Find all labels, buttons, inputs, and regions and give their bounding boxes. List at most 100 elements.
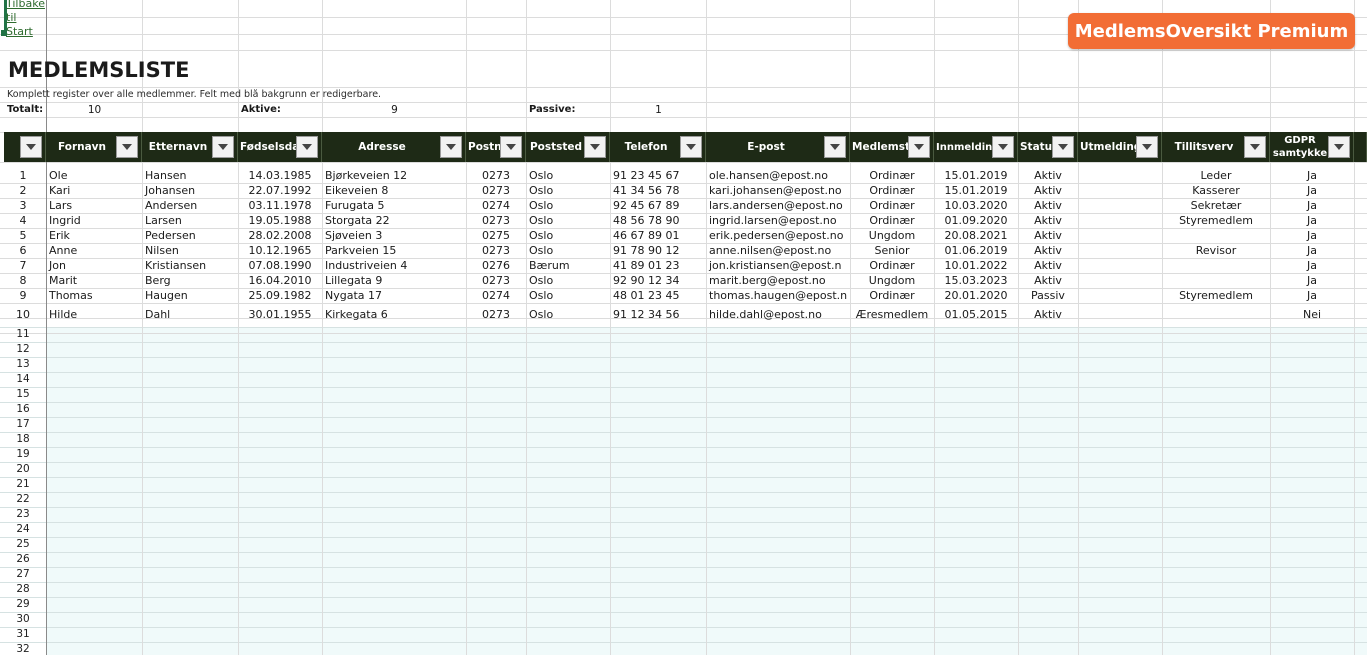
cell-fornavn[interactable]: Ole [48, 168, 141, 183]
cell-fornavn[interactable]: Ingrid [48, 213, 141, 228]
cell-tillitsverv[interactable]: Leder [1164, 168, 1268, 183]
cell-status[interactable]: Aktiv [1020, 213, 1076, 228]
cell-gdpr[interactable]: Ja [1272, 243, 1352, 258]
cell-fodselsdato[interactable]: 10.12.1965 [240, 243, 320, 258]
cell-gdpr[interactable]: Ja [1272, 183, 1352, 198]
filter-dropdown-icon[interactable] [824, 136, 846, 158]
cell-fornavn[interactable]: Hilde [48, 307, 141, 322]
filter-dropdown-icon[interactable] [212, 136, 234, 158]
cell-status[interactable]: Aktiv [1020, 258, 1076, 273]
filter-dropdown-icon[interactable] [992, 136, 1014, 158]
cell-telefon[interactable]: 41 89 01 23 [612, 258, 705, 273]
premium-badge[interactable]: MedlemsOversikt Premium [1068, 13, 1355, 49]
filter-dropdown-icon[interactable] [1244, 136, 1266, 158]
cell-medlemstype[interactable]: Ordinær [852, 198, 932, 213]
cell-medlemstype[interactable]: Ungdom [852, 273, 932, 288]
cell-telefon[interactable]: 48 01 23 45 [612, 288, 705, 303]
column-header-utmelding[interactable]: Utmelding [1078, 132, 1162, 162]
cell-innmelding[interactable]: 20.01.2020 [936, 288, 1016, 303]
cell-postnr[interactable]: 0273 [468, 213, 524, 228]
cell-fodselsdato[interactable]: 16.04.2010 [240, 273, 320, 288]
cell-adresse[interactable]: Eikeveien 8 [324, 183, 465, 198]
column-header-tillitsverv[interactable]: Tillitsverv [1162, 132, 1270, 162]
cell-epost[interactable]: thomas.haugen@epost.n [708, 288, 849, 303]
column-header-epost[interactable]: E-post [706, 132, 850, 162]
cell-medlemstype[interactable]: Æresmedlem [852, 307, 932, 322]
cell-tillitsverv[interactable]: Styremedlem [1164, 213, 1268, 228]
cell-telefon[interactable]: 92 45 67 89 [612, 198, 705, 213]
cell-postnr[interactable]: 0274 [468, 288, 524, 303]
cell-etternavn[interactable]: Dahl [144, 307, 237, 322]
cell-fodselsdato[interactable]: 14.03.1985 [240, 168, 320, 183]
cell-epost[interactable]: jon.kristiansen@epost.n [708, 258, 849, 273]
cell-postnr[interactable]: 0273 [468, 168, 524, 183]
cell-status[interactable]: Aktiv [1020, 307, 1076, 322]
cell-etternavn[interactable]: Hansen [144, 168, 237, 183]
cell-fodselsdato[interactable]: 19.05.1988 [240, 213, 320, 228]
cell-status[interactable]: Aktiv [1020, 183, 1076, 198]
cell-fornavn[interactable]: Jon [48, 258, 141, 273]
cell-innmelding[interactable]: 01.05.2015 [936, 307, 1016, 322]
cell-status[interactable]: Passiv [1020, 288, 1076, 303]
cell-epost[interactable]: hilde.dahl@epost.no [708, 307, 849, 322]
cell-adresse[interactable]: Sjøveien 3 [324, 228, 465, 243]
filter-dropdown-icon[interactable] [1136, 136, 1158, 158]
cell-adresse[interactable]: Industriveien 4 [324, 258, 465, 273]
cell-adresse[interactable]: Furugata 5 [324, 198, 465, 213]
cell-adresse[interactable]: Bjørkeveien 12 [324, 168, 465, 183]
cell-fornavn[interactable]: Anne [48, 243, 141, 258]
cell-poststed[interactable]: Oslo [528, 273, 609, 288]
cell-gdpr[interactable]: Ja [1272, 258, 1352, 273]
cell-medlemstype[interactable]: Ordinær [852, 183, 932, 198]
cell-postnr[interactable]: 0274 [468, 198, 524, 213]
cell-innmelding[interactable]: 01.09.2020 [936, 213, 1016, 228]
cell-epost[interactable]: lars.andersen@epost.no [708, 198, 849, 213]
back-to-start-link[interactable]: Tilbake til Start [6, 0, 46, 39]
cell-medlemstype[interactable]: Ordinær [852, 258, 932, 273]
column-header-innmelding[interactable]: Innmeldingsdato [934, 132, 1018, 162]
cell-poststed[interactable]: Oslo [528, 183, 609, 198]
cell-status[interactable]: Aktiv [1020, 243, 1076, 258]
cell-gdpr[interactable]: Ja [1272, 168, 1352, 183]
filter-dropdown-icon[interactable] [1052, 136, 1074, 158]
filter-dropdown-icon[interactable] [908, 136, 930, 158]
cell-postnr[interactable]: 0273 [468, 183, 524, 198]
cell-epost[interactable]: ole.hansen@epost.no [708, 168, 849, 183]
cell-innmelding[interactable]: 01.06.2019 [936, 243, 1016, 258]
cell-adresse[interactable]: Storgata 22 [324, 213, 465, 228]
cell-telefon[interactable]: 46 67 89 01 [612, 228, 705, 243]
cell-fornavn[interactable]: Marit [48, 273, 141, 288]
filter-dropdown-icon[interactable] [1328, 136, 1350, 158]
cell-poststed[interactable]: Oslo [528, 288, 609, 303]
filter-dropdown-icon[interactable] [680, 136, 702, 158]
cell-postnr[interactable]: 0273 [468, 273, 524, 288]
column-header-poststed[interactable]: Poststed [526, 132, 610, 162]
cell-fodselsdato[interactable]: 07.08.1990 [240, 258, 320, 273]
cell-telefon[interactable]: 91 78 90 12 [612, 243, 705, 258]
cell-poststed[interactable]: Oslo [528, 168, 609, 183]
column-header-etternavn[interactable]: Etternavn [142, 132, 238, 162]
cell-fornavn[interactable]: Thomas [48, 288, 141, 303]
cell-fornavn[interactable]: Lars [48, 198, 141, 213]
cell-medlemstype[interactable]: Ordinær [852, 213, 932, 228]
column-header-postnr[interactable]: Postnr [466, 132, 526, 162]
cell-postnr[interactable]: 0276 [468, 258, 524, 273]
cell-adresse[interactable]: Lillegata 9 [324, 273, 465, 288]
cell-postnr[interactable]: 0273 [468, 243, 524, 258]
cell-telefon[interactable]: 48 56 78 90 [612, 213, 705, 228]
filter-dropdown-icon[interactable] [296, 136, 318, 158]
cell-postnr[interactable]: 0275 [468, 228, 524, 243]
filter-dropdown-icon[interactable] [20, 136, 42, 158]
cell-innmelding[interactable]: 20.08.2021 [936, 228, 1016, 243]
cell-epost[interactable]: anne.nilsen@epost.no [708, 243, 849, 258]
cell-status[interactable]: Aktiv [1020, 273, 1076, 288]
cell-medlemstype[interactable]: Ordinær [852, 288, 932, 303]
column-header-nr[interactable] [4, 132, 46, 162]
cell-fornavn[interactable]: Erik [48, 228, 141, 243]
cell-innmelding[interactable]: 10.01.2022 [936, 258, 1016, 273]
filter-dropdown-icon[interactable] [116, 136, 138, 158]
cell-fornavn[interactable]: Kari [48, 183, 141, 198]
cell-gdpr[interactable]: Nei [1272, 307, 1352, 322]
cell-tillitsverv[interactable]: Sekretær [1164, 198, 1268, 213]
cell-adresse[interactable]: Parkveien 15 [324, 243, 465, 258]
